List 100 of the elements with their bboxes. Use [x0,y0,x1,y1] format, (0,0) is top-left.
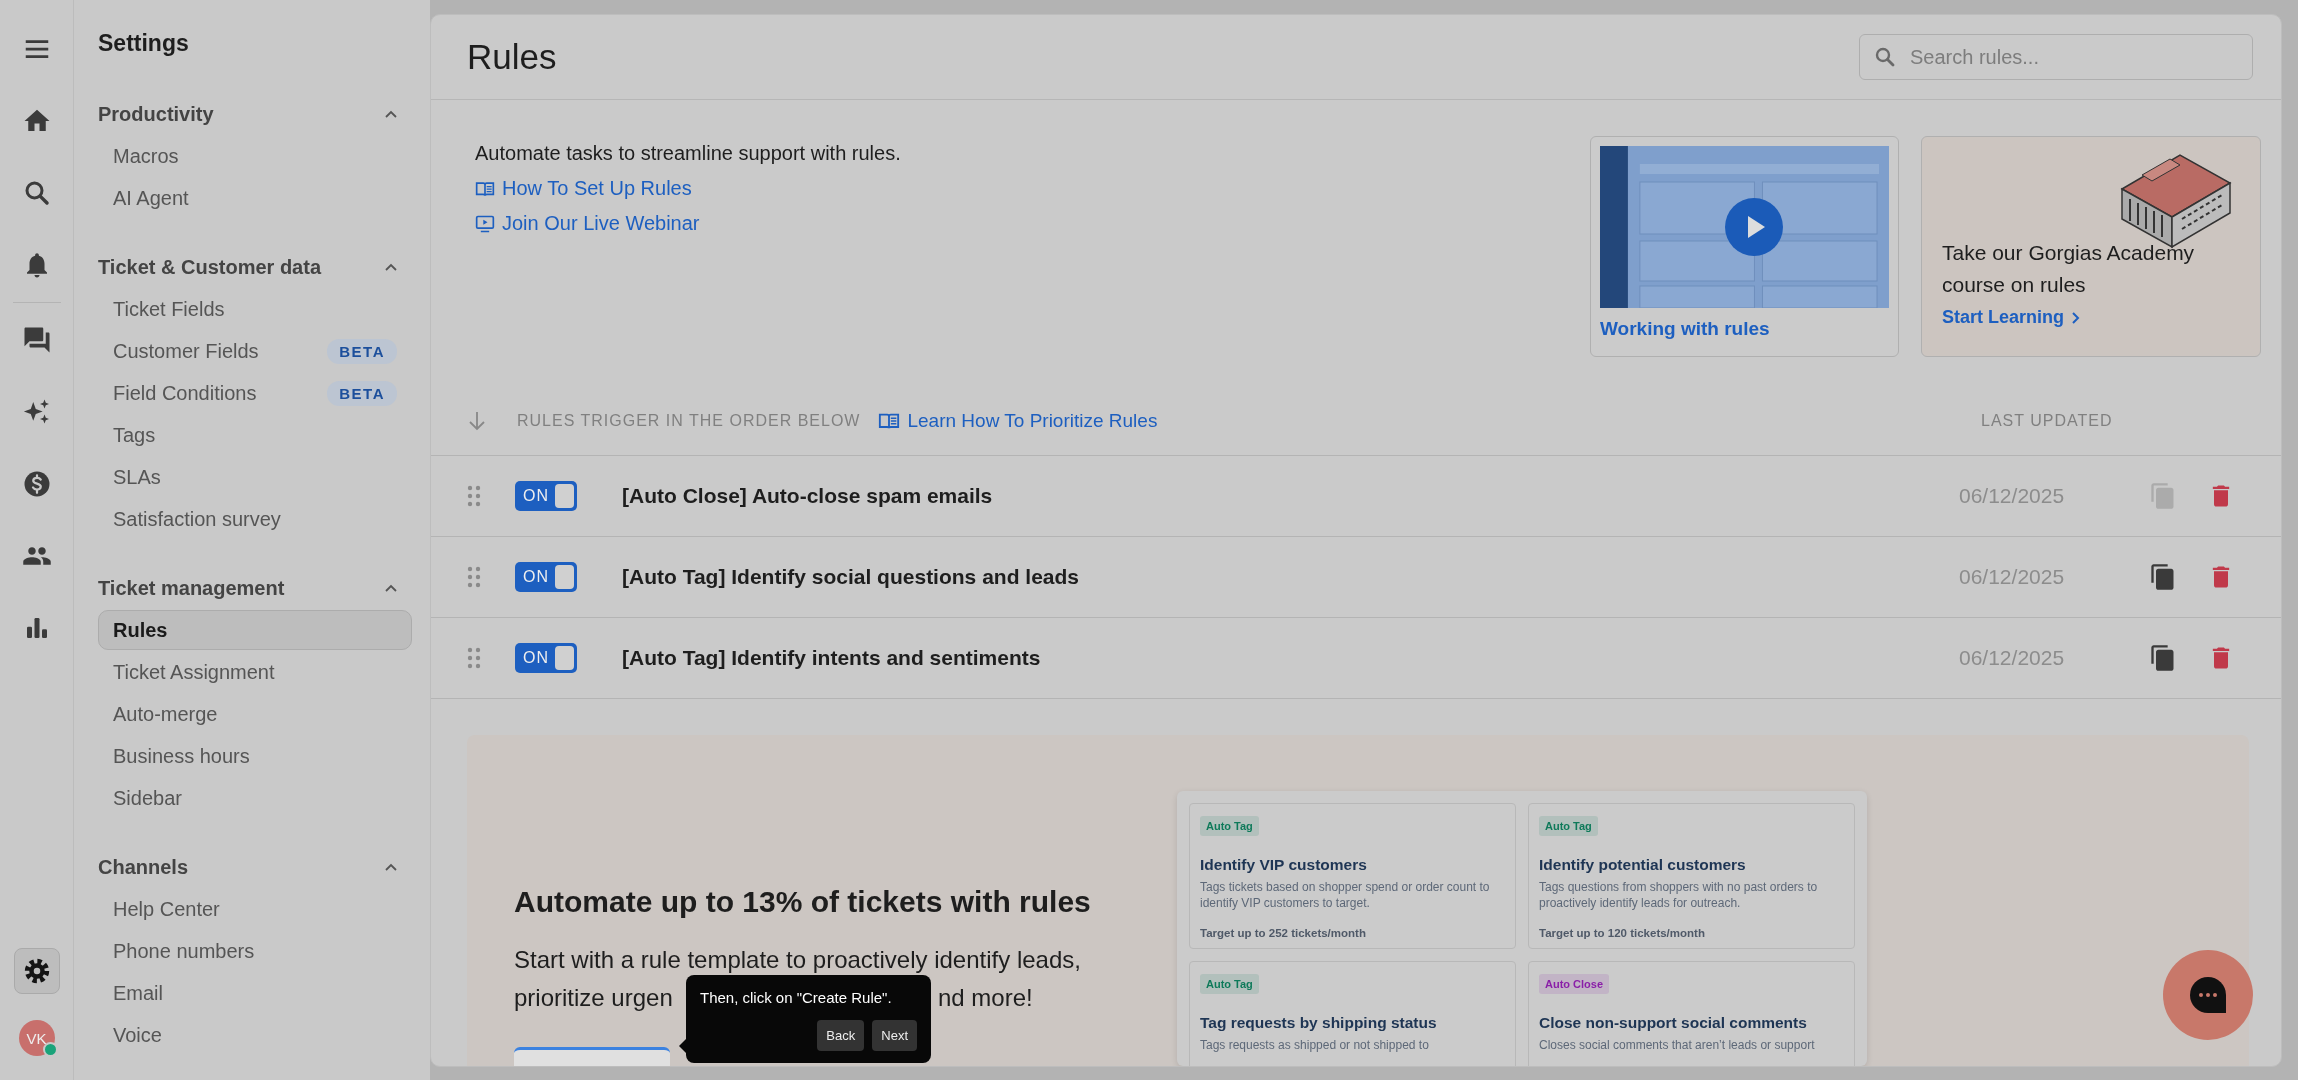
sidebar-item-label: SLAs [113,465,161,489]
academy-text: Take our Gorgias Academy course on rules [1942,240,2196,298]
template-tag: Auto Tag [1200,974,1259,994]
sidebar-item[interactable]: Field Conditions BETA [98,373,412,413]
sidebar-item-label: Customer Fields [113,339,259,363]
duplicate-button[interactable] [2149,644,2177,672]
sidebar-item-label: Voice [113,1023,162,1047]
help-link[interactable]: Join Our Live Webinar [475,212,1568,235]
sidebar-item-label: Rules [113,618,168,642]
sidebar-item[interactable]: Macros [98,136,412,176]
sidebar-item[interactable]: Ticket Assignment [98,652,412,692]
updated-date: 06/12/2025 [1959,646,2066,670]
sidebar-item-label: AI Agent [113,186,189,210]
column-header: LAST UPDATED [1981,412,2114,430]
template-target: Target up to 120 tickets/month [1539,927,1706,939]
video-icon [475,213,495,234]
sidebar-item-label: Email [113,981,163,1005]
template-tag: Auto Tag [1200,816,1259,836]
search-icon [1873,45,1897,69]
drag-handle-icon[interactable] [467,647,481,669]
sidebar-item-label: Business hours [113,744,250,768]
rule-name[interactable]: [Auto Tag] Identify social questions and leads [622,565,1959,589]
template-target: Target up to 252 tickets/month [1200,927,1367,939]
beta-badge: BETA [327,380,397,406]
rule-name[interactable]: [Auto Tag] Identify intents and sentiments [622,646,1959,670]
toggle-switch[interactable]: ON [515,562,577,592]
user-avatar[interactable]: VK [18,1020,55,1056]
rule-name[interactable]: [Auto Close] Auto-close spam emails [622,484,1959,508]
promo-heading: Automate up to 13% of tickets with rules [514,885,1092,919]
sidebar-item[interactable]: Help Center [98,889,412,929]
sidebar-item[interactable]: Sidebar [98,778,412,818]
updated-date: 06/12/2025 [1959,484,2066,508]
copy-icon [2149,644,2177,672]
chat-bubble-icon [2188,975,2228,1015]
help-link[interactable]: How To Set Up Rules [475,177,1568,200]
tour-button[interactable]: Next [872,1020,917,1051]
sidebar-item[interactable]: Satisfaction survey [98,499,412,539]
sidebar-item[interactable]: Tags [98,415,412,455]
template-card[interactable]: Auto Tag Identify potential customers Tags questions from shoppers with no past orders to proactively identify leads for outreach. Target up to 120 tickets/month [1528,803,1855,949]
section-heading[interactable]: Ticket & Customer data [98,256,322,279]
sidebar-item[interactable]: Voice [98,1015,412,1055]
sidebar-item[interactable]: Rules [98,610,412,650]
tour-button[interactable]: Back [817,1020,865,1051]
video-caption[interactable]: Working with rules [1600,318,1889,340]
sidebar-item-label: Macros [113,144,179,168]
sidebar-title: Settings [98,30,190,57]
template-card[interactable]: Auto Close Close non-support social comments Closes social comments that aren’t leads or support [1528,961,1855,1066]
prioritize-link[interactable]: Learn How To Prioritize Rules [878,410,1158,432]
chevron-up-icon[interactable] [384,109,398,120]
template-tag: Auto Close [1539,974,1610,994]
chevron-up-icon[interactable] [384,583,398,594]
template-description: Tags tickets based on shopper spend or order count to identify VIP customers to target. [1200,879,1491,911]
sidebar-item-label: Field Conditions [113,381,257,405]
promo-text: nd more! [938,983,1033,1013]
sidebar-item-label: Ticket Fields [113,297,225,321]
beta-badge: BETA [327,338,397,364]
template-title: Close non-support social comments [1539,1014,1808,1032]
copy-icon [2149,563,2177,591]
sidebar-item[interactable]: AI Agent [98,178,412,218]
intro-text: Automate tasks to streamline support with rules. [475,142,902,165]
section-heading[interactable]: Channels [98,856,189,879]
sidebar-item[interactable]: Phone numbers [98,931,412,971]
sidebar-item[interactable]: Ticket Fields [98,289,412,329]
sidebar-item-label: Help Center [113,897,220,921]
section-heading[interactable]: Productivity [98,103,214,126]
section-heading[interactable]: Ticket management [98,577,285,600]
template-card[interactable]: Auto Tag Identify VIP customers Tags tickets based on shopper spend or order count to identify VIP customers to target. Target up to 252 tickets/month [1189,803,1516,949]
toggle-switch[interactable]: ON [515,481,577,511]
template-description: Closes social comments that aren’t leads or support [1539,1037,1816,1053]
sidebar-item[interactable]: Business hours [98,736,412,776]
sidebar-item[interactable]: Auto-merge [98,694,412,734]
chevron-up-icon[interactable] [384,262,398,273]
settings-button[interactable] [13,948,60,994]
sidebar-item[interactable]: SLAs [98,457,412,497]
sidebar-item-label: Tags [113,423,156,447]
promo-text: prioritize urgen [514,984,673,1011]
search-field[interactable]: Search rules... [1859,34,2253,80]
sidebar-item-label: Sidebar [113,786,182,810]
start-learning-link[interactable]: Start Learning [1942,307,2240,328]
updated-date: 06/12/2025 [1959,565,2066,589]
sidebar-item-label: Phone numbers [113,939,255,963]
play-icon[interactable] [1725,198,1783,256]
drag-handle-icon[interactable] [467,485,481,507]
chevron-up-icon[interactable] [384,862,398,873]
academy-card[interactable]: Take our Gorgias Academy course on rules Start Learning [1921,136,2261,357]
toggle-switch[interactable]: ON [515,643,577,673]
video-card[interactable]: Working with rules [1590,136,1899,357]
sidebar-item[interactable]: Email [98,973,412,1013]
duplicate-button[interactable] [2149,563,2177,591]
tooltip-text: Then, click on "Create Rule". [700,989,893,1006]
sidebar-item-label: Auto-merge [113,702,218,726]
template-tag: Auto Tag [1539,816,1598,836]
template-card[interactable]: Auto Tag Tag requests by shipping status Tags requests as shipped or not shipped to [1189,961,1516,1066]
sidebar-item-label: Ticket Assignment [113,660,275,684]
template-title: Identify VIP customers [1200,856,1368,874]
template-title: Identify potential customers [1539,856,1747,874]
drag-handle-icon[interactable] [467,566,481,588]
order-label: RULES TRIGGER IN THE ORDER BELOW [517,412,861,430]
sidebar-item[interactable]: Customer Fields BETA [98,331,412,371]
template-description: Tags requests as shipped or not shipped to [1200,1037,1430,1053]
